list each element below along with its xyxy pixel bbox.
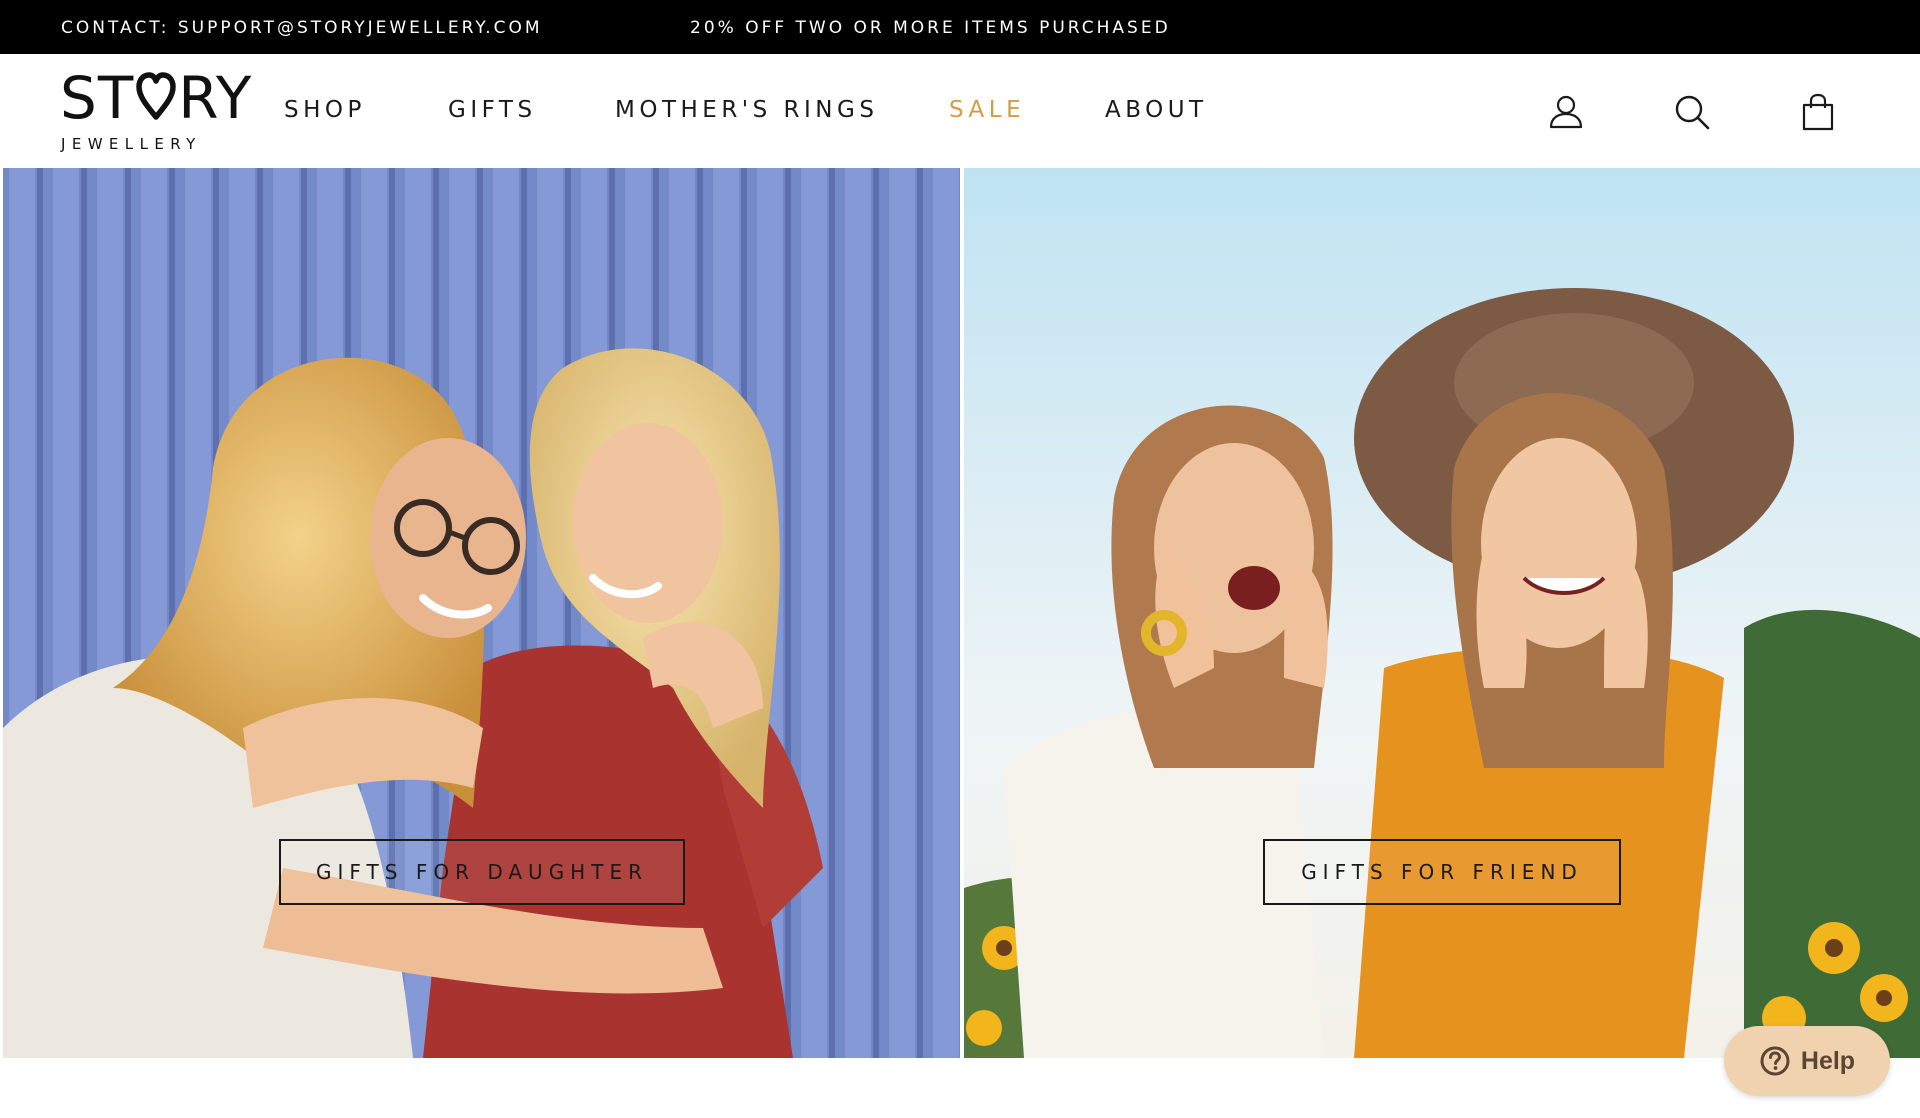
cart-icon[interactable]: [1798, 92, 1838, 132]
help-button[interactable]: Help: [1724, 1026, 1890, 1096]
hero-image-daughter: [3, 168, 960, 1058]
gifts-for-daughter-button[interactable]: GIFTS FOR DAUGHTER: [279, 839, 685, 905]
brand-logo[interactable]: ST RY JEWELLERY: [60, 67, 251, 157]
contact-email-text[interactable]: CONTACT: SUPPORT@STORYJEWELLERY.COM: [61, 18, 543, 38]
search-icon[interactable]: [1672, 92, 1712, 132]
hero-image-friend: [964, 168, 1920, 1058]
nav-item-about[interactable]: ABOUT: [1105, 97, 1208, 123]
brand-subtitle: JEWELLERY: [61, 135, 202, 153]
brand-wordmark: ST RY: [60, 64, 253, 132]
promo-text: 20% OFF TWO OR MORE ITEMS PURCHASED: [690, 18, 1171, 38]
nav-item-gifts[interactable]: GIFTS: [448, 97, 537, 123]
nav-item-sale[interactable]: SALE: [949, 97, 1025, 123]
hero-panel-friend[interactable]: GIFTS FOR FRIEND: [964, 168, 1920, 1058]
nav-item-mothers-rings[interactable]: MOTHER'S RINGS: [615, 97, 878, 123]
announcement-bar: CONTACT: SUPPORT@STORYJEWELLERY.COM 20% …: [0, 0, 1920, 54]
site-header: ST RY JEWELLERY SHOP GIFTS MOTHER'S RINGS…: [0, 54, 1920, 168]
gifts-for-friend-button[interactable]: GIFTS FOR FRIEND: [1263, 839, 1621, 905]
help-label: Help: [1800, 1046, 1856, 1075]
hero-panel-daughter[interactable]: GIFTS FOR DAUGHTER: [3, 168, 960, 1058]
nav-item-shop[interactable]: SHOP: [284, 97, 366, 123]
account-icon[interactable]: [1546, 92, 1586, 132]
question-icon: [1760, 1046, 1790, 1076]
heart-letter-o-icon: [136, 72, 176, 120]
